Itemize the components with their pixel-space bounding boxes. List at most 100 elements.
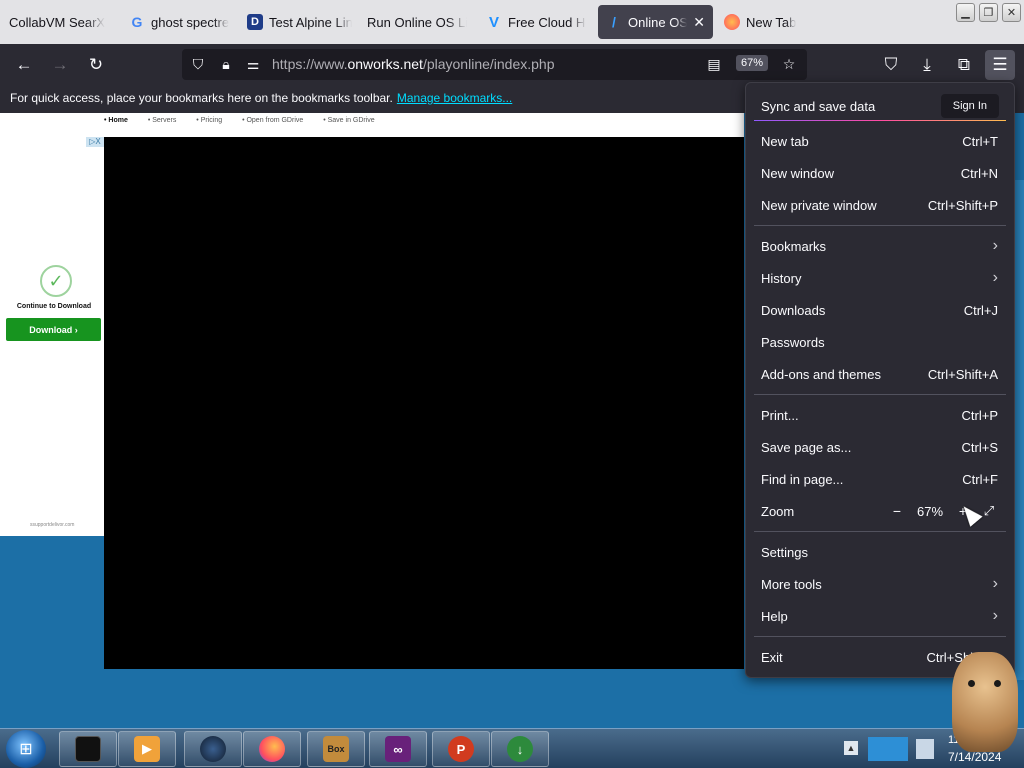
zoom-reset-button[interactable]: 67%	[906, 504, 954, 519]
tray-expand-icon[interactable]: ▲	[844, 741, 858, 755]
menu-item-shortcut: Ctrl+P	[961, 407, 998, 423]
tab-collabvm-searxng[interactable]: CollabVM SearXNG	[9, 5, 105, 39]
minimize-button[interactable]: ▁	[956, 3, 975, 22]
downloads-button[interactable]: ⤓	[912, 50, 942, 80]
site-nav-label: Open from GDrive	[246, 117, 304, 124]
tab-online-os-linux[interactable]: / Online OS Linux ✕	[598, 5, 713, 39]
d-icon: D	[247, 14, 263, 30]
menu-item-label: Print...	[761, 407, 799, 423]
permissions-icon[interactable]: ⚌	[244, 55, 262, 73]
tab-label: CollabVM SearXNG	[9, 14, 105, 30]
menu-item-save-page[interactable]: Save page as... Ctrl+S	[746, 431, 1014, 463]
app-menu-button[interactable]: ☰	[985, 50, 1015, 80]
tab-label: Run Online OS Linux	[367, 14, 467, 30]
sign-in-button[interactable]: Sign In	[940, 94, 999, 118]
taskbar-app-steam[interactable]	[184, 731, 242, 767]
menu-item-new-private-window[interactable]: New private window Ctrl+Shift+P	[746, 189, 1014, 221]
reload-icon: ↻	[88, 55, 104, 74]
divider	[754, 636, 1006, 637]
tab-label: Test Alpine Linux	[269, 14, 352, 30]
menu-item-new-tab[interactable]: New tab Ctrl+T	[746, 125, 1014, 157]
bookmark-star-icon[interactable]: ☆	[780, 55, 798, 73]
taskbar-app-firefox[interactable]	[243, 731, 301, 767]
menu-item-bookmarks[interactable]: Bookmarks ›	[746, 230, 1014, 262]
url-host: onworks.net	[347, 56, 423, 72]
close-tab-icon[interactable]: ✕	[693, 14, 705, 31]
menu-item-find-in-page[interactable]: Find in page... Ctrl+F	[746, 463, 1014, 495]
menu-item-print[interactable]: Print... Ctrl+P	[746, 399, 1014, 431]
shield-icon[interactable]: ⛉	[189, 55, 207, 73]
app-menu-panel: Sync and save data Sign In New tab Ctrl+T…	[745, 82, 1015, 678]
menu-item-label: Find in page...	[761, 471, 844, 487]
menu-item-label: New tab	[761, 133, 809, 149]
extensions-button[interactable]: ⧉	[949, 50, 979, 80]
tab-ghost-spectre[interactable]: G ghost spectre	[129, 5, 229, 39]
close-window-button[interactable]: ✕	[1002, 3, 1021, 22]
menu-item-downloads[interactable]: Downloads Ctrl+J	[746, 294, 1014, 326]
reload-button[interactable]: ↻	[81, 50, 111, 80]
visual-studio-icon: ∞	[385, 736, 411, 762]
tab-new-tab[interactable]: New Tab	[724, 5, 814, 39]
forward-button[interactable]: →	[45, 50, 75, 80]
menu-item-addons-themes[interactable]: Add-ons and themes Ctrl+Shift+A	[746, 358, 1014, 390]
site-nav-pricing[interactable]: • Pricing	[196, 117, 231, 124]
puzzle-icon: ⧉	[957, 55, 971, 74]
menu-item-passwords[interactable]: Passwords	[746, 326, 1014, 358]
google-icon: G	[131, 14, 143, 30]
taskbar-app-visual-studio[interactable]: ∞	[369, 731, 427, 767]
menu-item-label: Settings	[761, 544, 808, 560]
taskbar-app-media-player[interactable]: ▶	[118, 731, 176, 767]
taskbar-app-terminal[interactable]	[59, 731, 117, 767]
tab-strip: CollabVM SearXNG G ghost spectre D Test …	[0, 0, 1024, 44]
divider	[754, 531, 1006, 532]
site-nav-open-gdrive[interactable]: • Open from GDrive	[242, 117, 312, 124]
chevron-right-icon: ›	[992, 237, 998, 254]
menu-item-new-window[interactable]: New window Ctrl+N	[746, 157, 1014, 189]
reader-view-icon[interactable]: ▤	[705, 55, 723, 73]
tab-test-alpine[interactable]: D Test Alpine Linux	[247, 5, 352, 39]
site-nav-home[interactable]: • Home	[104, 117, 137, 124]
clock-date[interactable]: 7/14/2024	[948, 750, 1001, 764]
volume-icon[interactable]	[916, 739, 934, 759]
windows-logo-icon: ⊞	[19, 741, 33, 758]
network-icon[interactable]	[868, 737, 908, 761]
ad-footer: ssupportdelivor.com	[30, 522, 75, 528]
pocket-button[interactable]: ⛉	[876, 50, 906, 80]
taskbar-app-download-manager[interactable]: ↓	[491, 731, 549, 767]
menu-item-help[interactable]: Help ›	[746, 600, 1014, 632]
divider	[754, 394, 1006, 395]
menu-item-label: More tools	[761, 576, 822, 592]
lock-icon[interactable]: 🔒︎	[217, 55, 235, 73]
taskbar-app-photo-editor[interactable]: P	[432, 731, 490, 767]
tab-free-cloud-hosting[interactable]: V Free Cloud Hosting	[486, 5, 586, 39]
taskbar: ⊞ ▶ Box ∞ P ↓ ▲	[0, 728, 1024, 768]
vm-display[interactable]	[104, 137, 744, 669]
download-manager-icon: ↓	[507, 736, 533, 762]
taskbar-app-virtualbox[interactable]: Box	[307, 731, 365, 767]
ad-close-button[interactable]: ▷X	[86, 137, 104, 147]
tab-label: Free Cloud Hosting	[508, 14, 586, 30]
url-text[interactable]: https://www.onworks.net/playonline/index…	[272, 56, 555, 72]
menu-item-more-tools[interactable]: More tools ›	[746, 568, 1014, 600]
restore-button[interactable]: ❐	[979, 3, 998, 22]
firefox-icon	[259, 736, 285, 762]
back-button[interactable]: ←	[9, 50, 39, 80]
ad-download-button[interactable]: Download ›	[6, 318, 101, 341]
tab-run-online-os[interactable]: Run Online OS Linux	[367, 5, 467, 39]
manage-bookmarks-link[interactable]: Manage bookmarks...	[397, 91, 512, 105]
address-bar[interactable]: ⛉ 🔒︎ ⚌ https://www.onworks.net/playonlin…	[182, 49, 807, 80]
zoom-indicator[interactable]: 67%	[736, 55, 769, 71]
menu-item-history[interactable]: History ›	[746, 262, 1014, 294]
start-button[interactable]: ⊞	[6, 730, 46, 768]
zoom-out-button[interactable]: −	[888, 502, 906, 520]
menu-item-settings[interactable]: Settings	[746, 536, 1014, 568]
menu-item-label: Bookmarks	[761, 238, 827, 254]
menu-item-shortcut: Ctrl+J	[963, 302, 998, 318]
site-nav-save-gdrive[interactable]: • Save in GDrive	[323, 117, 383, 124]
steam-icon	[200, 736, 226, 762]
fullscreen-icon[interactable]: ⤢	[980, 502, 998, 520]
chevron-right-icon: ›	[992, 575, 998, 592]
navigation-toolbar: ← → ↻ ⛉ 🔒︎ ⚌ https://www.onworks.net/pla…	[0, 44, 1024, 85]
scrollbar[interactable]	[1015, 180, 1024, 680]
site-nav-servers[interactable]: • Servers	[148, 117, 186, 124]
